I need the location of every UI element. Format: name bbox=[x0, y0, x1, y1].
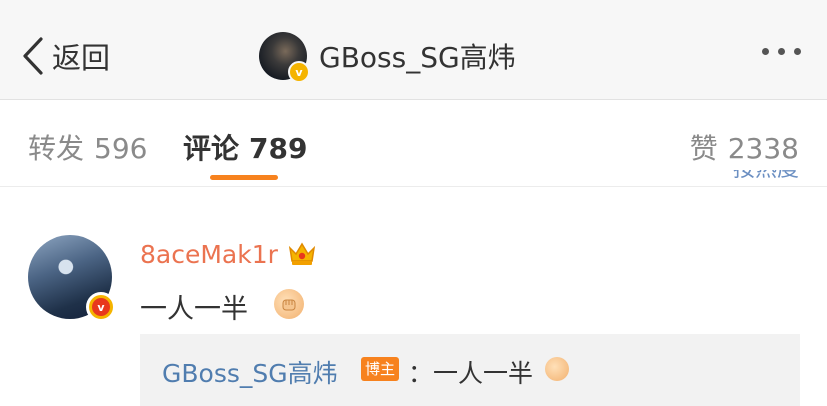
tab-like-label: 赞 bbox=[689, 132, 718, 165]
tab-bar: 转发 596 评论 789 赞 2338 bbox=[0, 101, 827, 187]
back-button[interactable]: 返回 bbox=[22, 34, 110, 78]
profile-title[interactable]: v GBoss_SG高炜 bbox=[259, 32, 516, 83]
reply-author[interactable]: GBoss_SG高炜 bbox=[162, 354, 338, 390]
tab-repost-label: 转发 bbox=[28, 132, 85, 165]
active-tab-indicator bbox=[210, 175, 278, 180]
tab-comment[interactable]: 评论 789 bbox=[183, 127, 307, 167]
author-badge: 博主 bbox=[361, 357, 400, 381]
chevron-left-icon bbox=[23, 37, 43, 75]
page-title: GBoss_SG高炜 bbox=[319, 41, 516, 74]
crown-icon bbox=[288, 242, 316, 265]
verified-icon: v bbox=[86, 292, 116, 322]
more-options-icon[interactable] bbox=[762, 48, 801, 55]
avatar[interactable]: v bbox=[259, 32, 310, 83]
tab-comment-label: 评论 bbox=[183, 132, 240, 165]
reply-box[interactable]: GBoss_SG高炜 博主 ：一人一半 bbox=[140, 334, 800, 406]
tab-like[interactable]: 赞 2338 bbox=[690, 127, 799, 167]
top-nav-bar: 返回 v GBoss_SG高炜 bbox=[0, 0, 827, 100]
comment-text: 一人一半 bbox=[140, 294, 248, 325]
sort-toggle[interactable]: 按热度 bbox=[733, 170, 799, 192]
tab-like-count: 2338 bbox=[727, 132, 799, 165]
tab-comment-count: 789 bbox=[249, 132, 308, 165]
back-label: 返回 bbox=[52, 41, 111, 75]
fist-emoji-icon bbox=[545, 357, 569, 381]
commenter-username[interactable]: 8aceMak1r bbox=[140, 240, 278, 269]
fist-emoji-icon bbox=[274, 289, 304, 319]
tab-repost-count: 596 bbox=[94, 132, 148, 165]
reply-text: ：一人一半 bbox=[408, 359, 534, 388]
verified-icon: v bbox=[288, 61, 310, 83]
tab-repost[interactable]: 转发 596 bbox=[28, 127, 147, 167]
sort-label: 按热度 bbox=[733, 170, 799, 181]
